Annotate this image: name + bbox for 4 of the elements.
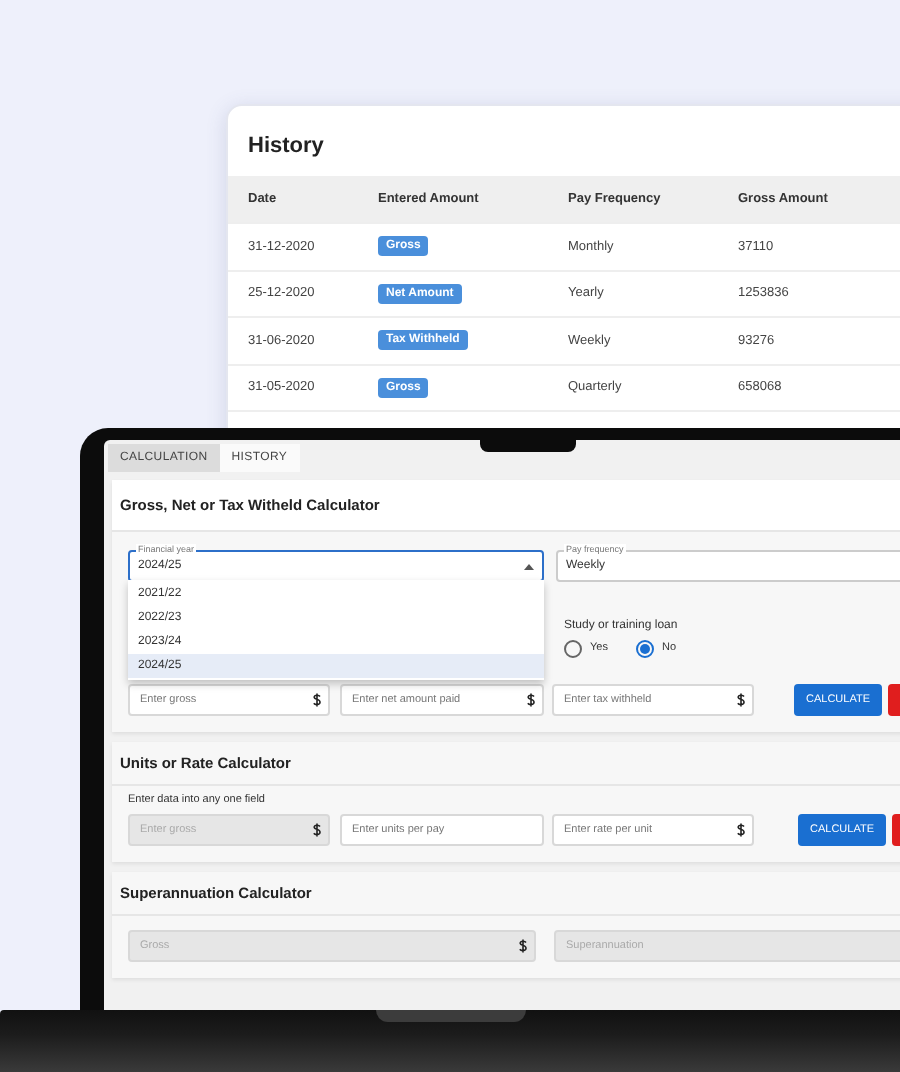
radio-button[interactable] [635, 639, 654, 657]
radio-button[interactable] [564, 639, 582, 657]
history-title: History [246, 132, 326, 162]
caret-icon [524, 563, 534, 569]
